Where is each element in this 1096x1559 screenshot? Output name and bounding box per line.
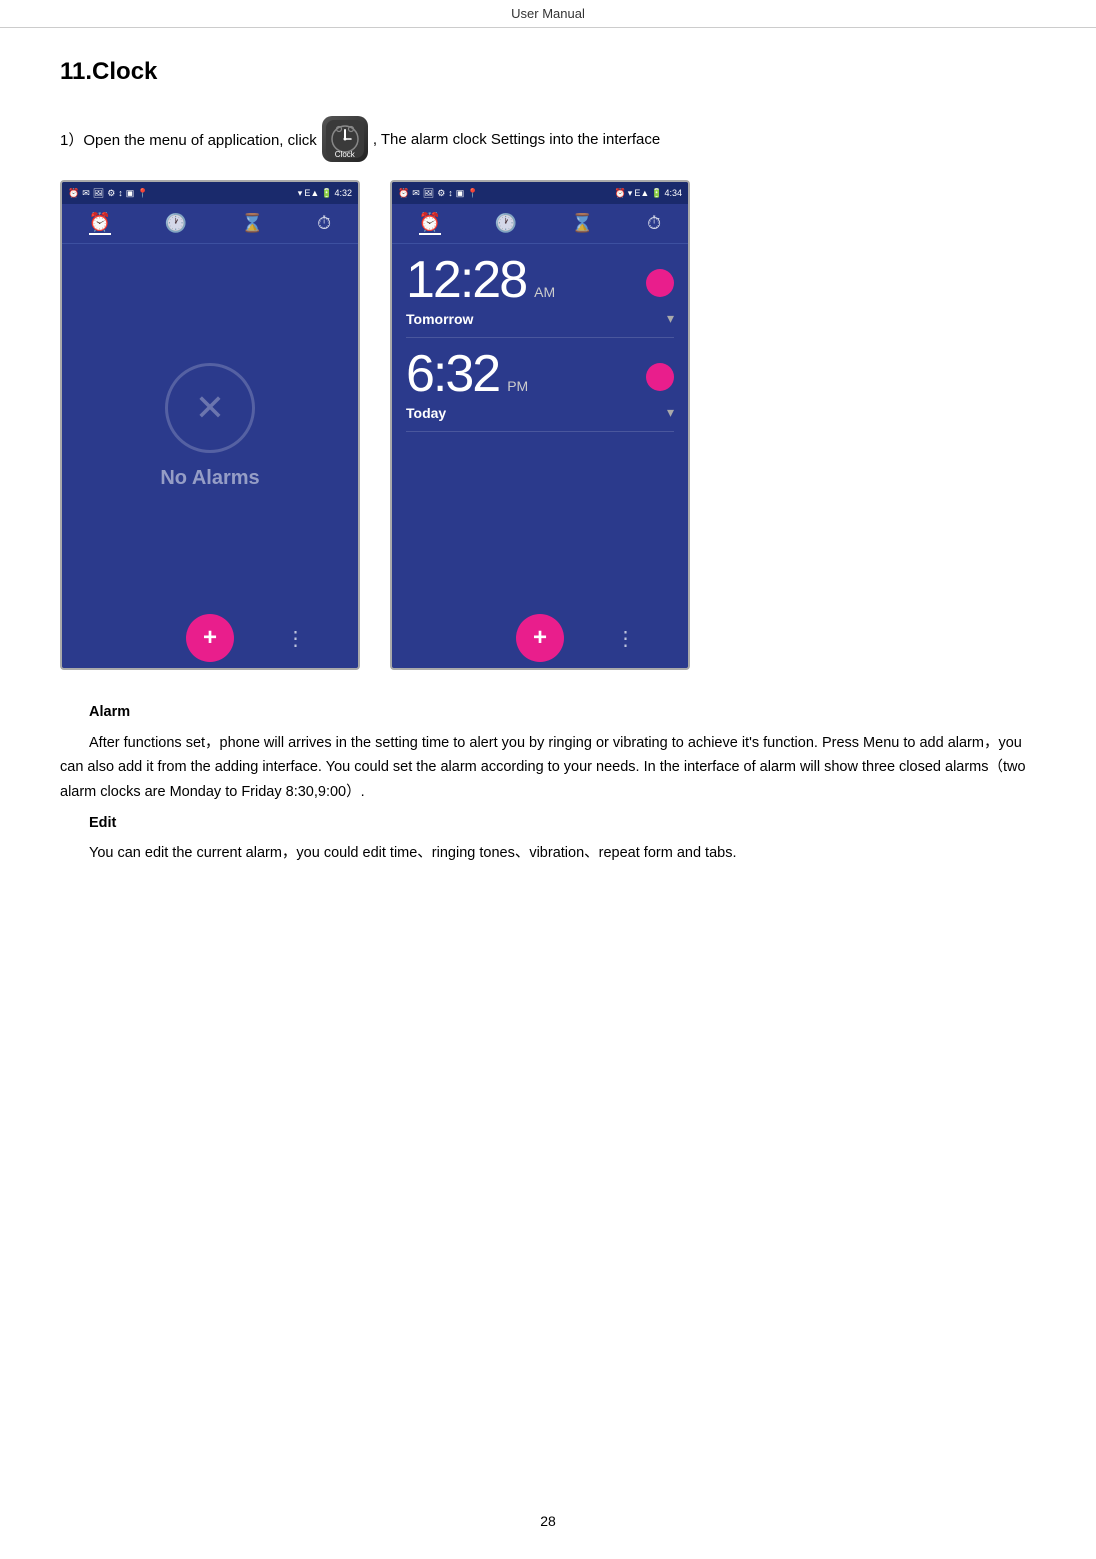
wifi-r: ▾ xyxy=(628,188,633,199)
header-text: User Manual xyxy=(511,6,585,21)
section-title: 11.Clock xyxy=(60,58,1036,86)
tab-stopwatch-right[interactable]: ⏱ xyxy=(647,213,661,234)
sms-icon: ▣ xyxy=(126,188,135,199)
step1-prefix: 1）Open the menu of application, click xyxy=(60,129,317,150)
no-alarms-container: ✕ No Alarms xyxy=(160,244,259,608)
time-right: 4:34 xyxy=(664,188,682,198)
screenshots-row: ⏰ ✉ 🖼 ⚙ ↕ ▣ 📍 ▾ E▲ 🔋 4:32 ⏰ 🕐 xyxy=(60,180,1036,670)
msg-icon: ✉ xyxy=(82,188,90,199)
no-alarms-text: No Alarms xyxy=(160,467,259,490)
battery-icon: 🔋 xyxy=(321,188,332,199)
signal-icon: E▲ xyxy=(304,188,319,198)
page-content: 11.Clock 1）Open the menu of application,… xyxy=(0,28,1096,932)
tab-alarm-left[interactable]: ⏰ xyxy=(89,212,111,235)
step1-line: 1）Open the menu of application, click Cl… xyxy=(60,116,1036,162)
alarm1-label-row: Tomorrow ▾ xyxy=(406,310,674,327)
alarm-heading: Alarm xyxy=(89,704,130,720)
usb-icon: ⚙ xyxy=(107,188,115,199)
phone-bottom-left: + ⋮ xyxy=(62,608,358,668)
alarm1-ampm: AM xyxy=(534,284,555,300)
time-left: 4:32 xyxy=(334,188,352,198)
photo-icon-r: 🖼 xyxy=(423,188,434,199)
phone-left: ⏰ ✉ 🖼 ⚙ ↕ ▣ 📍 ▾ E▲ 🔋 4:32 ⏰ 🕐 xyxy=(60,180,360,670)
tab-bar-right: ⏰ 🕐 ⌛ ⏱ xyxy=(392,204,688,244)
phone-right: ⏰ ✉ 🖼 ⚙ ↕ ▣ 📍 ⏰ ▾ E▲ 🔋 4:34 ⏰ xyxy=(390,180,690,670)
alarm-list-body: 12:28 AM Tomorrow ▾ 6:32 PM xyxy=(392,244,688,608)
status-left-icons-right: ⏰ ✉ 🖼 ⚙ ↕ ▣ 📍 xyxy=(398,188,479,199)
alarm-icon-r: ⏰ xyxy=(398,188,409,199)
page-number: 28 xyxy=(0,1513,1096,1529)
alarm-item-1: 12:28 AM Tomorrow ▾ xyxy=(406,254,674,338)
status-right: ▾ E▲ 🔋 4:32 xyxy=(298,188,352,199)
page-header: User Manual xyxy=(0,0,1096,28)
tab-bar-left: ⏰ 🕐 ⌛ ⏱ xyxy=(62,204,358,244)
fab-add-left[interactable]: + xyxy=(186,614,234,662)
tab-timer-left[interactable]: ⌛ xyxy=(241,213,263,234)
status-left-icons: ⏰ ✉ 🖼 ⚙ ↕ ▣ 📍 xyxy=(68,188,149,199)
phone-bottom-right: + ⋮ xyxy=(392,608,688,668)
alarm2-time: 6:32 xyxy=(406,348,499,400)
alarm-heading-para: Alarm xyxy=(60,700,1036,725)
alarm-item-2: 6:32 PM Today ▾ xyxy=(406,348,674,432)
signal-r: E▲ xyxy=(634,188,649,198)
sync-icon: ↕ xyxy=(118,188,123,198)
alarm1-time: 12:28 xyxy=(406,254,526,306)
pin-icon-r: 📍 xyxy=(467,188,478,199)
sms-icon-r: ▣ xyxy=(456,188,465,199)
battery-r: 🔋 xyxy=(651,188,662,199)
text-section: Alarm After functions set，phone will arr… xyxy=(60,700,1036,866)
status-bar-left: ⏰ ✉ 🖼 ⚙ ↕ ▣ 📍 ▾ E▲ 🔋 4:32 xyxy=(62,182,358,204)
tab-timer-right[interactable]: ⌛ xyxy=(571,213,593,234)
tab-stopwatch-left[interactable]: ⏱ xyxy=(317,213,331,234)
no-alarms-x: ✕ xyxy=(195,387,225,429)
alarm-body-para: After functions set，phone will arrives i… xyxy=(60,731,1036,805)
photo-icon: 🖼 xyxy=(93,188,104,199)
usb-icon-r: ⚙ xyxy=(437,188,445,199)
msg-icon-r: ✉ xyxy=(412,188,420,199)
tab-alarm-right[interactable]: ⏰ xyxy=(419,212,441,235)
alarm1-label: Tomorrow xyxy=(406,311,473,327)
alarm1-toggle[interactable] xyxy=(646,269,674,297)
alarm2-label: Today xyxy=(406,405,446,421)
wifi-icon: ▾ xyxy=(298,188,303,199)
tab-clock-right[interactable]: 🕐 xyxy=(495,213,517,234)
alarm2-label-row: Today ▾ xyxy=(406,404,674,421)
edit-heading: Edit xyxy=(89,815,116,831)
alarm2-chevron[interactable]: ▾ xyxy=(667,404,674,421)
step1-suffix: , The alarm clock Settings into the inte… xyxy=(373,131,660,148)
pin-icon: 📍 xyxy=(137,188,148,199)
clock-icon-label: Clock xyxy=(322,150,368,159)
alarm-time-row-1: 12:28 AM xyxy=(406,254,674,306)
no-alarms-icon: ✕ xyxy=(165,363,255,453)
clock-app-icon[interactable]: Clock xyxy=(322,116,368,162)
more-menu-left[interactable]: ⋮ xyxy=(286,626,307,651)
edit-heading-para: Edit xyxy=(60,811,1036,836)
alarm2-ampm: PM xyxy=(507,378,528,394)
more-menu-right[interactable]: ⋮ xyxy=(616,626,637,651)
tab-clock-left[interactable]: 🕐 xyxy=(165,213,187,234)
alarm1-chevron[interactable]: ▾ xyxy=(667,310,674,327)
phone-body-left: ✕ No Alarms xyxy=(62,244,358,608)
alarm-status-icon: ⏰ xyxy=(68,188,79,199)
alarm-time-row-2: 6:32 PM xyxy=(406,348,674,400)
fab-add-right[interactable]: + xyxy=(516,614,564,662)
edit-body-para: You can edit the current alarm，you could… xyxy=(60,841,1036,866)
alarm2-toggle[interactable] xyxy=(646,363,674,391)
status-bar-right: ⏰ ✉ 🖼 ⚙ ↕ ▣ 📍 ⏰ ▾ E▲ 🔋 4:34 xyxy=(392,182,688,204)
alarm-status-r: ⏰ xyxy=(615,188,626,199)
status-right-r: ⏰ ▾ E▲ 🔋 4:34 xyxy=(615,188,682,199)
sync-icon-r: ↕ xyxy=(448,188,453,198)
